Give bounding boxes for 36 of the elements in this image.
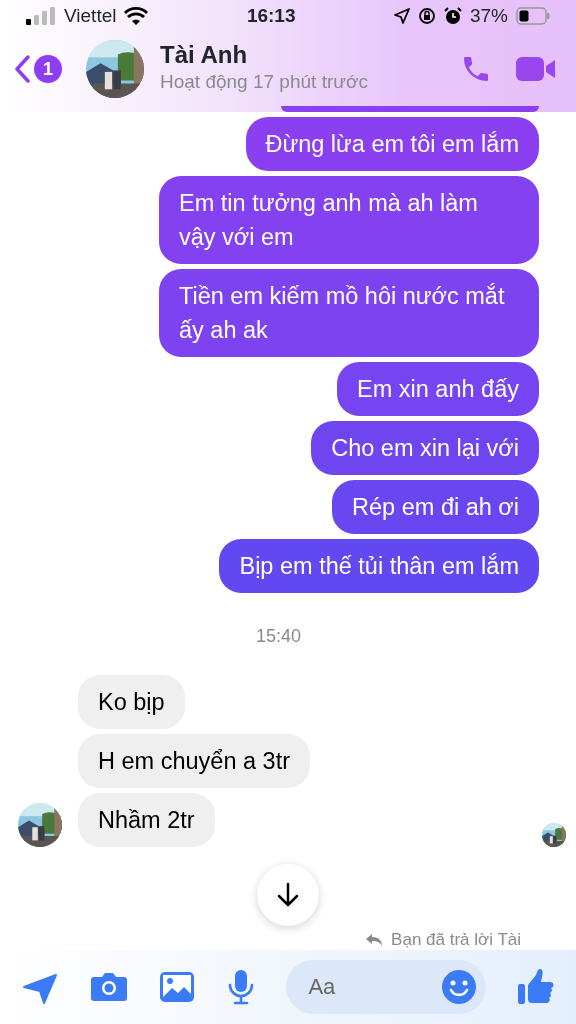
carrier-name: Viettel	[64, 3, 117, 28]
sent-message: Rép em đi ah ơi	[332, 480, 539, 534]
unread-count: 1	[34, 55, 62, 83]
sent-message: Cho em xin lại với	[311, 421, 539, 475]
timestamp: 15:40	[255, 625, 301, 648]
message-input-field[interactable]: Aa	[286, 960, 487, 1014]
signal-icon	[26, 7, 56, 25]
emoji-icon[interactable]	[441, 969, 478, 1005]
sent-message: Bịp em thế tủi thân em lắm	[219, 539, 539, 593]
clock-time: 16:13	[246, 3, 296, 28]
rotation-lock-icon	[417, 7, 436, 25]
camera-button[interactable]	[89, 971, 128, 1003]
gallery-button[interactable]	[159, 971, 196, 1003]
reply-icon	[365, 932, 384, 947]
arrow-down-icon	[275, 882, 301, 908]
like-button[interactable]	[517, 968, 554, 1006]
back-chevron-icon	[14, 55, 30, 83]
battery-percent: 37%	[469, 3, 508, 28]
wifi-icon	[124, 7, 149, 25]
active-status: Hoạt động 17 phút trước	[160, 69, 369, 94]
video-call-button[interactable]	[516, 55, 556, 83]
alarm-clock-icon	[443, 7, 462, 25]
received-message: Nhầm 2tr	[78, 793, 215, 847]
scroll-down-button[interactable]	[257, 864, 319, 926]
reply-note: Bạn đã trả lời Tài	[391, 929, 521, 951]
battery-icon	[516, 7, 550, 25]
location-arrow-icon	[393, 8, 410, 24]
sent-message: Tiền em kiếm mồ hôi nước mắt ấy ah ak	[159, 269, 539, 357]
sent-message: Em xin anh đấy	[337, 362, 539, 416]
sent-message: Đừng lừa em tôi em lắm	[245, 117, 539, 171]
microphone-button[interactable]	[226, 969, 255, 1005]
back-button[interactable]: 1	[14, 55, 62, 83]
received-message: H em chuyển a 3tr	[78, 734, 310, 788]
sent-message: Em tin tưởng anh mà ah làm vậy với em	[159, 176, 539, 264]
contact-name: Tài Anh	[160, 41, 249, 68]
received-message: Ko bịp	[78, 675, 185, 729]
